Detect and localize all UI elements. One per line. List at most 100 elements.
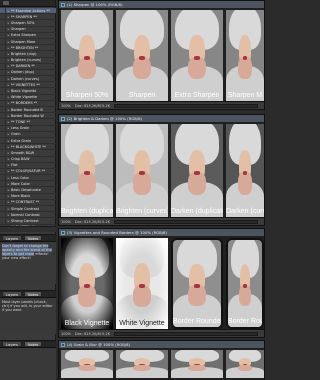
doc-window-sharpen[interactable]: (1) Sharpen @ 100% (RGB/8) Sharpen 50% Sh… — [58, 0, 265, 110]
action-label: Grain — [11, 132, 21, 137]
action-label: Simple Contrast — [11, 206, 40, 211]
doc-title: (3) Vignettes and Rounded Borders @ 100%… — [67, 230, 167, 235]
preview-thumbnail: Brighten (curves) — [116, 124, 168, 217]
thumbnail-caption: Sharpen M — [227, 92, 263, 99]
tab-notes[interactable]: Notes — [23, 341, 43, 347]
doc-title-bar[interactable]: (2) Brighten & Darken @ 100% (RGB/8) — [59, 115, 264, 122]
action-label: Extra Sharpen — [11, 33, 36, 38]
photo-hands — [187, 172, 207, 195]
action-label: Sharpen More — [11, 39, 36, 44]
action-label: ** BORDERS ** — [11, 101, 38, 106]
photo-hands — [132, 364, 152, 372]
doc-window-vignettes[interactable]: (3) Vignettes and Rounded Borders @ 100%… — [58, 228, 265, 338]
doc-window-brighten-darken[interactable]: (2) Brighten & Darken @ 100% (RGB/8) Bri… — [58, 114, 265, 226]
doc-size: Doc: 615.2K/615.2K — [75, 103, 110, 108]
notes-tabbar-2: Layers Notes — [0, 291, 56, 298]
preview-thumbnail: White Vignette — [116, 238, 168, 329]
doc-title: (2) Brighten & Darken @ 100% (RGB/8) — [67, 116, 142, 121]
photo-lips — [138, 56, 146, 61]
action-label: Sharpen 50% — [11, 20, 35, 25]
tab-layers[interactable]: Layers — [2, 235, 22, 241]
action-label: Flat — [11, 163, 18, 168]
vignette-overlay — [61, 238, 113, 329]
doc-size: Doc: 615.2K/615.2K — [75, 331, 110, 336]
action-label: Crisp B&W — [11, 157, 30, 162]
note-text-2: Most layer panels (check, ctrl) if you w… — [0, 298, 56, 314]
action-label: Normal Contrast — [11, 212, 40, 217]
photo-hands — [238, 364, 252, 372]
document-icon — [61, 230, 65, 235]
doc-title: (1) Sharpen @ 100% (RGB/8) — [67, 2, 123, 7]
photo-hands — [187, 57, 207, 80]
actions-footer — [0, 226, 56, 232]
photo-lips — [83, 171, 91, 176]
doc-title: (4) Grain & Blur @ 100% (RGB/8) — [67, 342, 130, 347]
tab-notes[interactable]: Notes — [23, 235, 43, 241]
note-line-2: if you want — [2, 307, 22, 312]
document-icon — [61, 342, 65, 347]
thumbnail-caption: Brighten (duplicate) — [61, 208, 113, 215]
document-icon — [61, 116, 65, 121]
photo-hands — [132, 172, 152, 195]
tab-notes[interactable]: Notes — [23, 291, 43, 297]
zoom-level[interactable]: 100% — [61, 332, 71, 336]
thumbnail-caption: Brighten (curves) — [116, 208, 168, 215]
preview-thumbnail — [61, 350, 113, 378]
photo-hands — [238, 285, 252, 307]
preview-thumbnail: Darken (curv — [226, 124, 264, 217]
action-label: Extra Grain — [11, 138, 31, 143]
thumb-strip: Black Vignette White Vignette Border Round… — [59, 236, 264, 329]
thumbnail-caption: White Vignette — [119, 320, 165, 327]
tab-layers[interactable]: Layers — [2, 341, 22, 347]
photo-lips — [242, 284, 248, 288]
preview-thumbnail: Sharpen 50% — [61, 10, 113, 101]
status-bar: 100% Doc: 615.2K/615.2K — [59, 329, 264, 337]
thumbnail-caption: Black Vignette — [64, 320, 110, 327]
notes-panel-1: Layers Notes Don't forget to change the … — [0, 234, 56, 284]
notes-tabbar-1: Layers Notes — [0, 235, 56, 242]
doc-title-bar[interactable]: (4) Grain & Blur @ 100% (RGB/8) — [59, 341, 264, 348]
photo-hands — [77, 57, 97, 80]
action-label: ** COLOR/SATUR ** — [11, 169, 46, 174]
note-text-1: Don't forget to change the opacity and t… — [0, 242, 56, 262]
tab-layers[interactable]: Layers — [2, 291, 22, 297]
action-label: Strong Contrast — [11, 218, 39, 223]
status-bar: 100% Doc: 615.2K/615.2K — [59, 217, 264, 225]
photo-hands — [188, 285, 206, 307]
photo-lips — [193, 56, 201, 61]
action-label: Less Color — [11, 175, 29, 180]
doc-title-bar[interactable]: (1) Sharpen @ 100% (RGB/8) — [59, 1, 264, 8]
action-label: Brighten (dup) — [11, 51, 37, 56]
action-label: White Vignette — [11, 95, 38, 100]
thumbnail-caption: Border Rounded B — [173, 318, 223, 325]
doc-title-bar[interactable]: (3) Vignettes and Rounded Borders @ 100%… — [59, 229, 264, 236]
photo-hands — [187, 364, 207, 372]
preview-thumbnail: Darken (duplicate) — [171, 124, 223, 217]
action-label: Darken (curves) — [11, 76, 40, 81]
action-label: ** BLACK&WHITE ** — [11, 144, 46, 149]
notes-tabbar-3: Layers Notes — [0, 341, 56, 348]
vignette-overlay — [116, 238, 168, 329]
horizontal-scrollbar[interactable] — [113, 219, 258, 224]
zoom-level[interactable]: 100% — [61, 220, 71, 224]
notes-panel-2: Layers Notes Most layer panels (check, c… — [0, 290, 56, 334]
action-label: More Black — [11, 194, 31, 199]
thumbnail-caption: Border Rounded — [228, 318, 264, 325]
zoom-level[interactable]: 100% — [61, 104, 71, 108]
photo-hands — [77, 364, 97, 372]
note-line-3: your new effect! — [2, 256, 31, 261]
photo-hands — [238, 172, 252, 195]
thumb-strip — [59, 348, 264, 380]
doc-window-grain-blur[interactable]: (4) Grain & Blur @ 100% (RGB/8) — [58, 340, 265, 380]
status-bar: 100% Doc: 615.2K/615.2K — [59, 101, 264, 109]
action-label: More Color — [11, 181, 30, 186]
horizontal-scrollbar[interactable] — [113, 103, 258, 108]
thumb-strip: Sharpen 50% Sharpen Extra Sharpen Sharpen M — [59, 8, 264, 101]
preview-thumbnail: Brighten (duplicate) — [61, 124, 113, 217]
tab-actions[interactable] — [2, 0, 10, 6]
preview-thumbnail — [226, 350, 264, 378]
horizontal-scrollbar[interactable] — [113, 331, 258, 336]
action-label: ** Essential Actions ** — [11, 8, 50, 13]
preview-thumbnail: Sharpen M — [226, 10, 264, 101]
thumb-strip: Brighten (duplicate)Brighten (curves)Dar… — [59, 122, 264, 217]
